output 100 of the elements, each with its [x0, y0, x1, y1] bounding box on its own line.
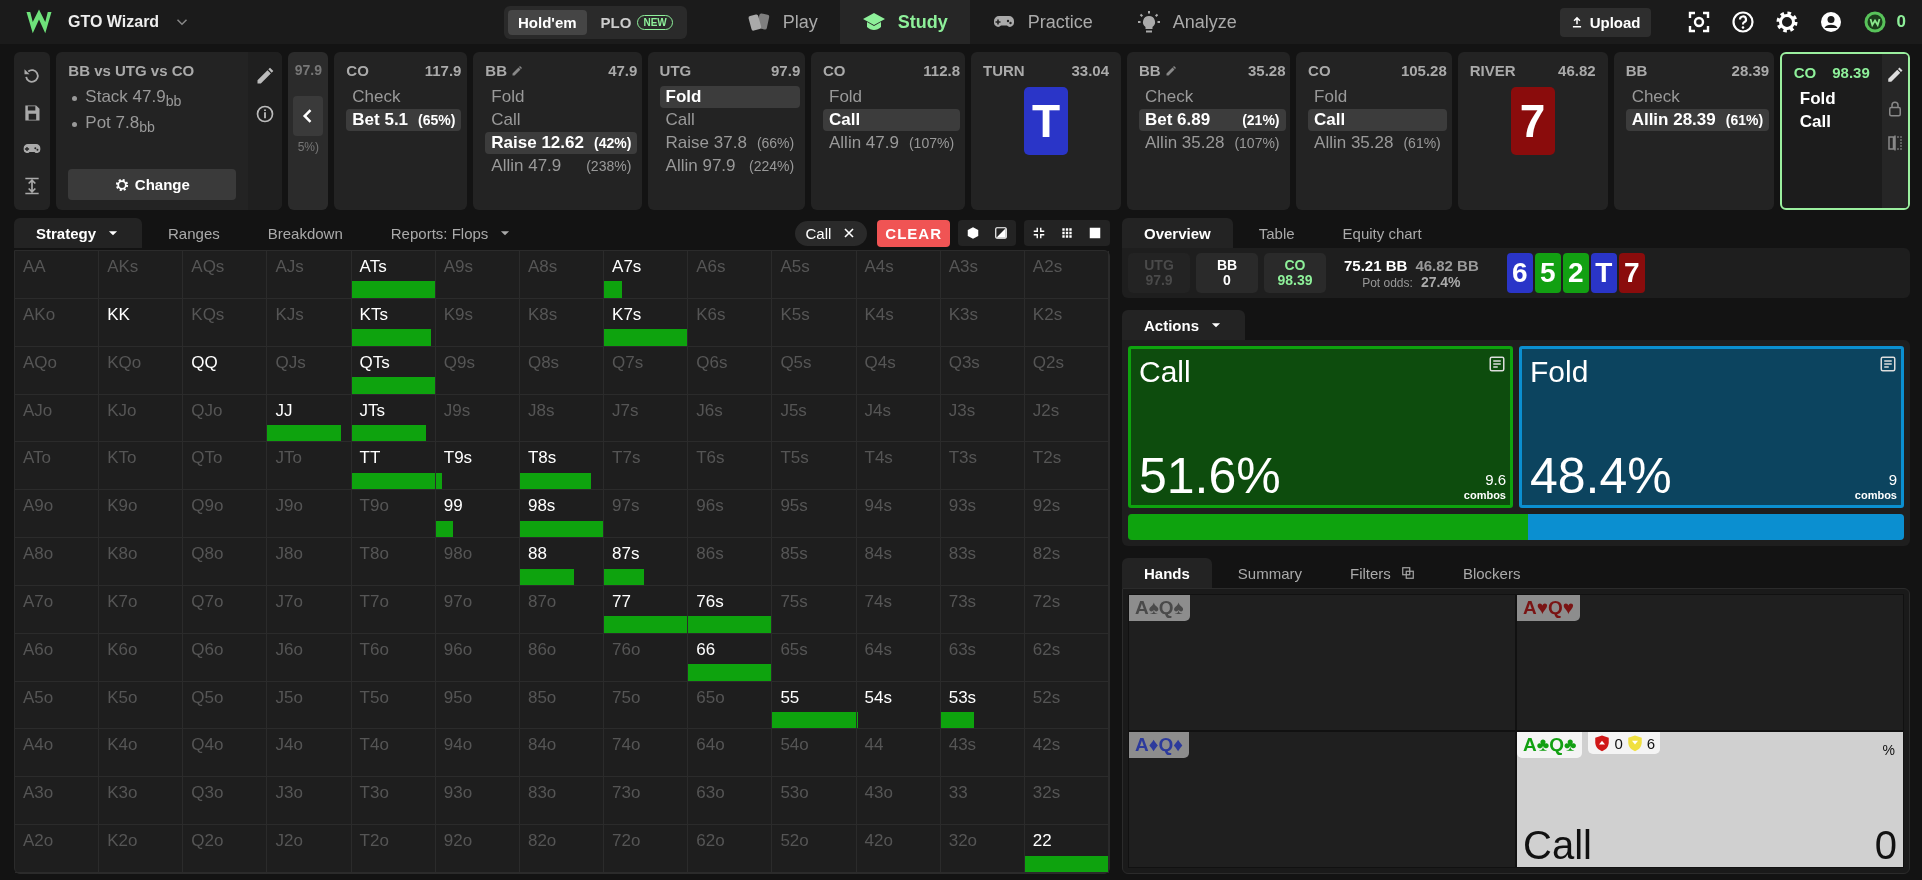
- action-option[interactable]: Check: [346, 86, 462, 108]
- action-summary[interactable]: Fold 48.4% 9 combos: [1519, 346, 1904, 508]
- hands-tab[interactable]: Blockers: [1440, 558, 1543, 588]
- nav-tab[interactable]: Study: [839, 0, 970, 44]
- combo-cell[interactable]: A♣Q♣ 0 6 % Call 0: [1516, 731, 1904, 868]
- hand-cell[interactable]: KK: [99, 298, 184, 347]
- action-option[interactable]: Allin 47.9 (107%): [823, 132, 961, 154]
- split-view-icon[interactable]: [1885, 134, 1904, 152]
- upload-button[interactable]: Upload: [1559, 7, 1651, 37]
- note-icon[interactable]: [1488, 355, 1506, 373]
- screenshot-icon[interactable]: [1686, 10, 1711, 34]
- hand-cell[interactable]: JJ: [267, 394, 352, 443]
- nav-tab[interactable]: Analyze: [1114, 0, 1259, 44]
- action-card[interactable]: BB 47.9 Fold Call Raise 12.62 (42%) Allin 47.9 (238%): [473, 52, 642, 210]
- view-tab[interactable]: Ranges: [146, 218, 242, 248]
- panel-tab[interactable]: Table: [1236, 218, 1317, 248]
- hand-cell[interactable]: T9s: [435, 442, 520, 491]
- scroll-left-button[interactable]: [293, 96, 324, 136]
- note-icon[interactable]: [1879, 355, 1897, 373]
- hand-cell[interactable]: 77: [604, 585, 689, 634]
- action-card[interactable]: CO 112.8 Fold Call Allin 47.9 (107%): [811, 52, 965, 210]
- combo-cell[interactable]: A♦Q♦: [1128, 731, 1516, 868]
- hand-cell[interactable]: 22: [1024, 825, 1109, 873]
- hand-cell[interactable]: JTs: [351, 394, 436, 443]
- action-card[interactable]: CO 117.9 Check Bet 5.1 (65%): [334, 52, 468, 210]
- action-summary[interactable]: Call 51.6% 9.6 combos: [1128, 346, 1513, 508]
- action-card[interactable]: CO 105.28 Fold Call Allin 35.28 (61%): [1296, 52, 1452, 210]
- action-option[interactable]: Check: [1139, 86, 1286, 108]
- clear-button[interactable]: CLEAR: [877, 219, 950, 247]
- action-option[interactable]: Call: [1793, 111, 1870, 133]
- view-tab[interactable]: Strategy: [14, 218, 143, 248]
- hand-cell[interactable]: A7s: [604, 251, 689, 299]
- combo-cell[interactable]: A♥Q♥: [1516, 594, 1904, 731]
- action-option[interactable]: Allin 47.9 (238%): [485, 155, 638, 177]
- hand-cell[interactable]: 54s: [856, 681, 941, 730]
- action-option[interactable]: Call: [1308, 109, 1447, 131]
- hand-cell[interactable]: 88: [519, 538, 605, 586]
- hand-cell[interactable]: 98s: [519, 490, 605, 539]
- action-option[interactable]: Raise 37.8 (66%): [659, 132, 801, 154]
- cube-icon[interactable]: [966, 226, 980, 240]
- action-option[interactable]: Call: [485, 109, 638, 131]
- compact-icon[interactable]: [1032, 226, 1046, 240]
- action-option[interactable]: Call: [823, 109, 961, 131]
- action-option[interactable]: Fold: [659, 86, 801, 108]
- action-option[interactable]: Raise 12.62 (42%): [485, 132, 638, 154]
- view-tab[interactable]: Breakdown: [245, 218, 365, 248]
- hand-cell[interactable]: 55: [772, 681, 857, 730]
- hand-cell[interactable]: K7s: [604, 298, 689, 347]
- action-option[interactable]: Check: [1625, 86, 1770, 108]
- action-option[interactable]: Allin 28.39 (61%): [1625, 109, 1770, 131]
- view-tab[interactable]: Reports: Flops: [368, 218, 535, 248]
- hand-cell[interactable]: ATs: [351, 251, 436, 299]
- edit-icon[interactable]: [255, 66, 276, 86]
- hands-tab[interactable]: Summary: [1215, 558, 1325, 588]
- actions-tab[interactable]: Actions: [1122, 310, 1245, 340]
- action-card[interactable]: BB 35.28 Check Bet 6.89 (21%) Allin 35.28 (107%): [1127, 52, 1291, 210]
- action-option[interactable]: Allin 35.28 (107%): [1139, 132, 1286, 154]
- hand-cell[interactable]: 87s: [604, 538, 689, 586]
- hands-tab[interactable]: Hands: [1122, 558, 1212, 588]
- panel-tab[interactable]: Equity chart: [1320, 218, 1444, 248]
- hand-cell[interactable]: QTs: [351, 346, 436, 395]
- brand-name[interactable]: GTO Wizard: [68, 13, 160, 31]
- account-icon[interactable]: [1818, 10, 1843, 34]
- hand-cell[interactable]: 99: [435, 490, 520, 539]
- action-option[interactable]: Bet 5.1 (65%): [346, 109, 462, 131]
- info-icon[interactable]: [255, 104, 276, 124]
- action-card[interactable]: CO 98.39 Fold Call: [1779, 52, 1910, 210]
- action-option[interactable]: Allin 35.28 (61%): [1308, 132, 1447, 154]
- square-icon[interactable]: [1088, 226, 1102, 240]
- grid-icon[interactable]: [1060, 226, 1074, 240]
- panel-tab[interactable]: Overview: [1122, 218, 1233, 248]
- hand-cell[interactable]: 76s: [688, 585, 773, 634]
- nav-tab[interactable]: Play: [724, 0, 840, 44]
- combo-cell[interactable]: A♠Q♠: [1128, 594, 1516, 731]
- hand-cell[interactable]: QQ: [183, 346, 268, 395]
- action-option[interactable]: Allin 97.9 (224%): [659, 155, 801, 177]
- edit-icon[interactable]: [1885, 66, 1904, 84]
- hand-cell[interactable]: KTs: [351, 298, 436, 347]
- nav-tab[interactable]: Practice: [969, 0, 1115, 44]
- action-card[interactable]: BB 28.39 Check Allin 28.39 (61%): [1613, 52, 1774, 210]
- game-button[interactable]: Hold'em: [508, 9, 587, 35]
- action-option[interactable]: Fold: [485, 86, 638, 108]
- action-card[interactable]: UTG 97.9 Fold Call Raise 37.8 (66%) Allin 97.9 (224%): [647, 52, 805, 210]
- action-option[interactable]: Fold: [1793, 88, 1870, 110]
- help-icon[interactable]: [1730, 10, 1755, 34]
- game-button[interactable]: PLO NEW: [590, 9, 683, 35]
- filter-chip[interactable]: Call: [795, 220, 868, 246]
- action-option[interactable]: Call: [659, 109, 801, 131]
- action-option[interactable]: Fold: [1308, 86, 1447, 108]
- action-card[interactable]: 97.9 5%): [288, 52, 329, 210]
- contrast-icon[interactable]: [994, 226, 1008, 240]
- hands-tab[interactable]: Filters: [1328, 558, 1437, 588]
- action-option[interactable]: Bet 6.89 (21%): [1139, 109, 1286, 131]
- settings-icon[interactable]: [1774, 10, 1799, 34]
- hand-cell[interactable]: T8s: [519, 442, 605, 491]
- hand-cell[interactable]: 53s: [940, 681, 1025, 730]
- action-option[interactable]: Fold: [823, 86, 961, 108]
- hand-cell[interactable]: 66: [688, 633, 773, 682]
- player-chip[interactable]: CO 98.39: [1264, 253, 1326, 293]
- coin-icon[interactable]: [1862, 10, 1887, 34]
